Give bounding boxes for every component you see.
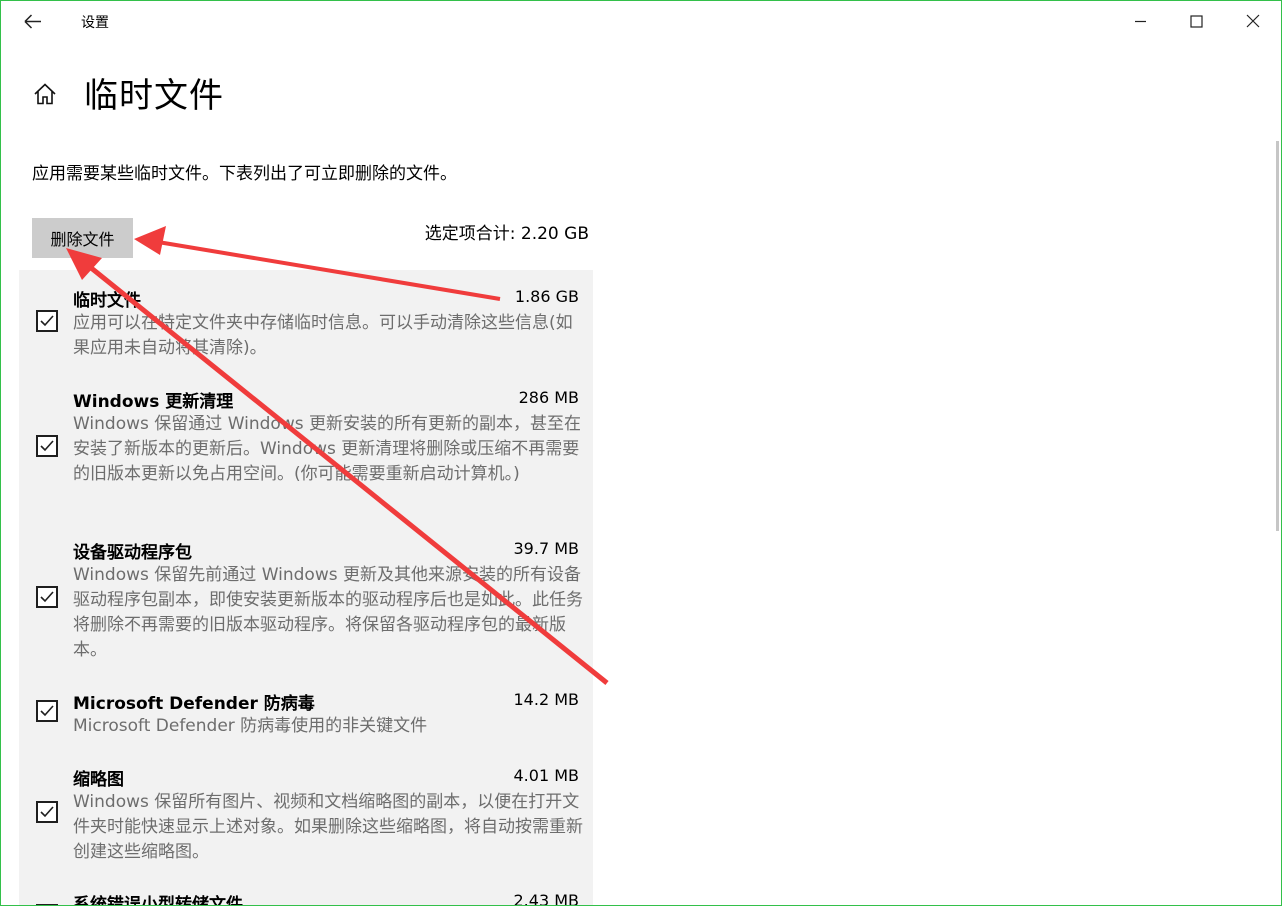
maximize-icon bbox=[1190, 15, 1203, 28]
list-item-device-driver-packages[interactable]: 设备驱动程序包 39.7 MB Windows 保留先前通过 Windows 更… bbox=[19, 538, 593, 678]
minimize-button[interactable] bbox=[1117, 5, 1163, 37]
item-size: 2.43 MB bbox=[513, 891, 580, 906]
item-size: 286 MB bbox=[518, 388, 579, 407]
maximize-button[interactable] bbox=[1173, 5, 1219, 37]
list-item-windows-update-cleanup[interactable]: Windows 更新清理 286 MB Windows 保留通过 Windows… bbox=[19, 387, 593, 527]
item-checkbox[interactable] bbox=[36, 700, 58, 722]
item-checkbox[interactable] bbox=[36, 435, 58, 457]
list-item-temp-files[interactable]: 临时文件 1.86 GB 应用可以在特定文件夹中存储临时信息。可以手动清除这些信… bbox=[19, 286, 593, 378]
settings-window: 设置 临时文件 应用需要某些临时文件。下表列出了可立即删除的文件。 删除文件 选… bbox=[0, 0, 1282, 906]
checkmark-icon bbox=[40, 591, 54, 603]
delete-files-button[interactable]: 删除文件 bbox=[32, 218, 133, 258]
temp-files-list: 临时文件 1.86 GB 应用可以在特定文件夹中存储临时信息。可以手动清除这些信… bbox=[19, 270, 593, 906]
list-item-microsoft-defender[interactable]: Microsoft Defender 防病毒 14.2 MB Microsoft… bbox=[19, 689, 593, 749]
page-title: 临时文件 bbox=[84, 76, 224, 116]
back-icon bbox=[24, 14, 41, 29]
item-size: 4.01 MB bbox=[513, 766, 580, 785]
selected-total: 选定项合计: 2.20 GB bbox=[424, 224, 589, 244]
minimize-icon bbox=[1135, 20, 1146, 23]
title-bar: 设置 bbox=[1, 1, 1281, 43]
back-button[interactable] bbox=[15, 7, 49, 37]
item-title: 缩略图 bbox=[73, 770, 124, 790]
item-title: Microsoft Defender 防病毒 bbox=[73, 694, 315, 714]
item-checkbox[interactable] bbox=[36, 586, 58, 608]
item-size: 1.86 GB bbox=[514, 287, 579, 306]
home-icon bbox=[34, 83, 56, 105]
checkmark-icon bbox=[40, 705, 54, 717]
close-button[interactable] bbox=[1230, 5, 1276, 37]
scrollbar[interactable] bbox=[1276, 141, 1279, 531]
checkmark-icon bbox=[40, 315, 54, 327]
item-description: Windows 保留先前通过 Windows 更新及其他来源安装的所有设备驱动程… bbox=[73, 565, 583, 660]
list-item-system-error-minidumps[interactable]: 系统错误小型转储文件 2.43 MB bbox=[19, 890, 593, 906]
close-icon bbox=[1246, 14, 1260, 28]
item-description: Windows 保留通过 Windows 更新安装的所有更新的副本，甚至在安装了… bbox=[73, 414, 581, 484]
item-size: 14.2 MB bbox=[513, 690, 580, 709]
checkmark-icon bbox=[40, 440, 54, 452]
item-size: 39.7 MB bbox=[513, 539, 580, 558]
window-title: 设置 bbox=[81, 15, 109, 31]
item-description: Microsoft Defender 防病毒使用的非关键文件 bbox=[73, 716, 428, 736]
checkmark-icon bbox=[40, 806, 54, 818]
item-title: 临时文件 bbox=[73, 291, 141, 311]
item-checkbox[interactable] bbox=[36, 801, 58, 823]
item-title: 设备驱动程序包 bbox=[73, 543, 192, 563]
item-checkbox[interactable] bbox=[36, 310, 58, 332]
item-description: 应用可以在特定文件夹中存储临时信息。可以手动清除这些信息(如果应用未自动将其清除… bbox=[73, 313, 573, 358]
item-title: 系统错误小型转储文件 bbox=[73, 895, 243, 906]
item-description: Windows 保留所有图片、视频和文档缩略图的副本，以便在打开文件夹时能快速显… bbox=[73, 792, 583, 862]
home-button[interactable] bbox=[32, 81, 58, 107]
list-item-thumbnails[interactable]: 缩略图 4.01 MB Windows 保留所有图片、视频和文档缩略图的副本，以… bbox=[19, 765, 593, 865]
page-description: 应用需要某些临时文件。下表列出了可立即删除的文件。 bbox=[32, 164, 457, 184]
item-title: Windows 更新清理 bbox=[73, 392, 234, 412]
